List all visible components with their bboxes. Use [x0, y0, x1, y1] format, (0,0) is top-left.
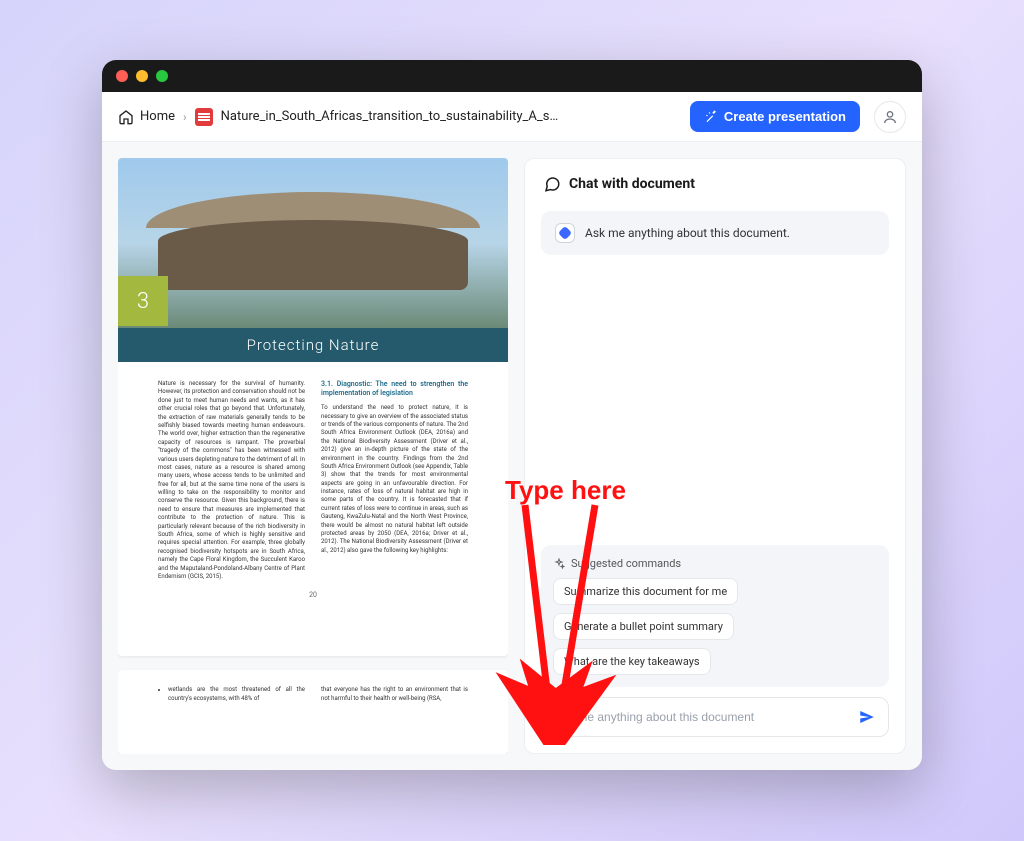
suggested-commands-header: Suggested commands	[553, 557, 877, 570]
chat-input-row	[541, 697, 889, 737]
assistant-greeting-text: Ask me anything about this document.	[585, 226, 790, 240]
document-page2-col1: wetlands are the most threatened of all …	[158, 686, 305, 738]
suggestion-chip-bullets[interactable]: Generate a bullet point summary	[553, 613, 734, 640]
chat-panel: Chat with document Ask me anything about…	[524, 158, 906, 754]
window-maximize-icon[interactable]	[156, 70, 168, 82]
chat-header: Chat with document	[525, 159, 905, 205]
pdf-file-icon	[195, 108, 213, 126]
chapter-title-band: Protecting Nature	[118, 328, 508, 362]
document-column-right: 3.1. Diagnostic: The need to strengthen …	[321, 380, 468, 581]
breadcrumb-home-label: Home	[140, 109, 175, 124]
document-page-1[interactable]: 3 Protecting Nature Nature is necessary …	[118, 158, 508, 656]
document-column-right-text: To understand the need to protect nature…	[321, 404, 468, 554]
suggested-commands-box: Suggested commands Summarize this docume…	[541, 545, 889, 687]
user-icon	[882, 109, 898, 125]
document-page2-col2: that everyone has the right to an enviro…	[321, 686, 468, 738]
assistant-avatar-icon	[555, 223, 575, 243]
document-bullet: wetlands are the most threatened of all …	[168, 686, 305, 703]
create-presentation-label: Create presentation	[724, 109, 846, 124]
chapter-number: 3	[137, 289, 149, 314]
chat-title: Chat with document	[569, 176, 695, 192]
magic-wand-icon	[704, 110, 718, 124]
page-number: 20	[118, 591, 508, 605]
create-presentation-button[interactable]: Create presentation	[690, 101, 860, 132]
document-page-2[interactable]: wetlands are the most threatened of all …	[118, 670, 508, 754]
send-icon[interactable]	[858, 708, 876, 726]
suggestion-chips: Summarize this document for me Generate …	[553, 578, 877, 675]
chat-bubble-icon	[543, 175, 561, 193]
chapter-title: Protecting Nature	[247, 336, 380, 354]
chapter-number-box: 3	[118, 276, 168, 326]
suggestion-chip-takeaways[interactable]: What are the key takeaways	[553, 648, 711, 675]
assistant-greeting-message: Ask me anything about this document.	[541, 211, 889, 255]
window-minimize-icon[interactable]	[136, 70, 148, 82]
document-preview-column: 3 Protecting Nature Nature is necessary …	[118, 158, 508, 754]
document-section-heading: 3.1. Diagnostic: The need to strengthen …	[321, 380, 468, 398]
document-column-left: Nature is necessary for the survival of …	[158, 380, 305, 581]
breadcrumb-document-title[interactable]: Nature_in_South_Africas_transition_to_su…	[221, 109, 561, 124]
user-avatar-button[interactable]	[874, 101, 906, 133]
chevron-right-icon: ›	[183, 110, 187, 124]
header-bar: Home › Nature_in_South_Africas_transitio…	[102, 92, 922, 142]
window-close-icon[interactable]	[116, 70, 128, 82]
suggested-commands-label: Suggested commands	[571, 557, 681, 570]
main-content: 3 Protecting Nature Nature is necessary …	[102, 142, 922, 770]
titlebar	[102, 60, 922, 92]
chat-input[interactable]	[554, 710, 850, 724]
document-hero-image: 3	[118, 158, 508, 328]
app-window: Home › Nature_in_South_Africas_transitio…	[102, 60, 922, 770]
home-icon	[118, 109, 134, 125]
breadcrumb-home[interactable]: Home	[118, 109, 175, 125]
sparkle-icon	[553, 558, 565, 570]
suggestion-chip-summarize[interactable]: Summarize this document for me	[553, 578, 738, 605]
